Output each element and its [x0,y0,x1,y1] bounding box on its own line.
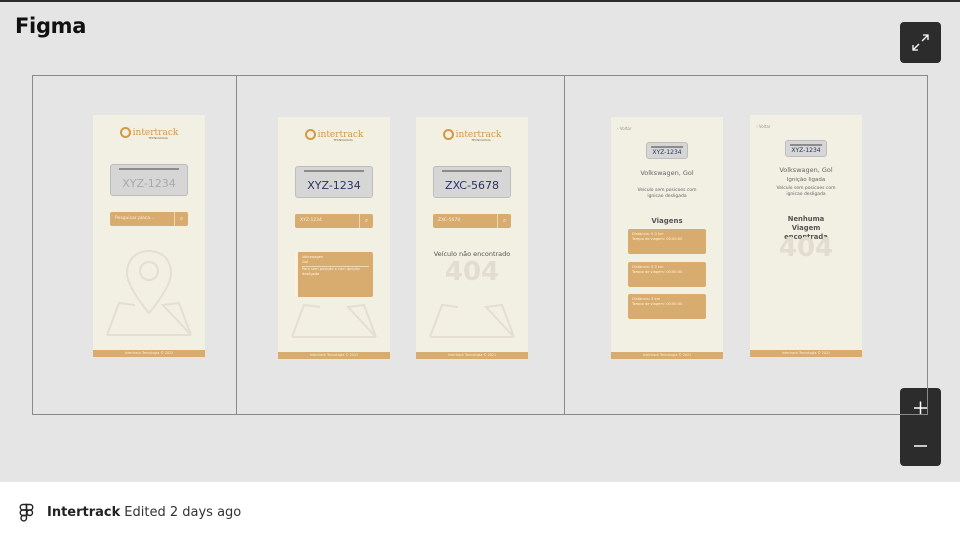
frame-no-trips[interactable]: ‹ Voltar XYZ-1234 Volkswagen, Gol Igniçã… [750,115,862,357]
expand-icon [912,34,929,51]
figma-logo: Figma [15,14,87,38]
frame-footer: Intertrack Tecnologia © 2021 [93,350,205,357]
vehicle-name: Volkswagen, Gol [640,169,694,177]
expand-button[interactable] [900,22,941,63]
search-icon[interactable]: ⌕ [497,214,511,228]
map-pin-icon [291,303,377,338]
vehicle-status: Veículo sem posicoes com ignicao desliga… [776,186,836,197]
map-pin-icon [106,249,192,336]
trip-item[interactable]: Distância: 3 km Tempo de viagem: 00:00:0… [628,294,706,319]
frame-vehicle-found[interactable]: intertrack TECNOLOGIA XYZ-1234 XYZ-1234 … [278,117,390,359]
license-plate: XYZ-1234 [785,140,827,157]
frame-trips[interactable]: ‹ Voltar XYZ-1234 Volkswagen, Gol Veícul… [611,117,723,359]
ignition-status: Ignição ligada [786,177,826,183]
brand-logo: intertrack TECNOLOGIA [93,127,205,140]
brand-mark-icon [304,129,316,140]
frame-footer: Intertrack Tecnologia © 2021 [416,352,528,359]
frame-vehicle-not-found[interactable]: intertrack TECNOLOGIA ZXC-5678 ZXC-5678 … [416,117,528,359]
figma-embed-viewer[interactable]: Figma intertrack TECNOLOGIA XYZ-1234 Pes… [0,0,960,482]
vehicle-name: Volkswagen, Gol [779,166,833,174]
search-icon[interactable]: ⌕ [174,212,188,226]
file-name[interactable]: Intertrack [47,505,120,520]
trips-heading: Viagens [651,217,683,225]
search-icon[interactable]: ⌕ [359,214,373,228]
back-link[interactable]: ‹ Voltar [617,126,632,131]
brand-logo: intertrack TECNOLOGIA [278,129,390,142]
canvas-section-trips: ‹ Voltar XYZ-1234 Volkswagen, Gol Veícul… [564,75,928,415]
back-link[interactable]: ‹ Voltar [756,124,771,129]
license-plate: XYZ-1234 [295,166,373,198]
edited-time: Edited 2 days ago [124,505,242,520]
canvas-section-search-results: intertrack TECNOLOGIA XYZ-1234 XYZ-1234 … [236,75,565,415]
brand-mark-icon [442,129,454,140]
zoom-out-button[interactable] [900,427,941,466]
plate-search-input[interactable]: Pesquisar placa... ⌕ [110,212,188,226]
frame-footer: Intertrack Tecnologia © 2021 [611,352,723,359]
minus-icon [914,445,927,447]
frame-home[interactable]: intertrack TECNOLOGIA XYZ-1234 Pesquisar… [93,115,205,357]
map-pin-icon [429,303,515,338]
file-info: Intertrack Edited 2 days ago [47,505,241,520]
canvas-section-home: intertrack TECNOLOGIA XYZ-1234 Pesquisar… [32,75,237,415]
frame-footer: Intertrack Tecnologia © 2021 [278,352,390,359]
plate-search-input[interactable]: XYZ-1234 ⌕ [295,214,373,228]
figma-icon[interactable] [18,503,35,523]
trip-item[interactable]: Distância: 5.3 km Tempo de viagem: 00:00… [628,262,706,287]
brand-mark-icon [119,127,131,138]
trip-item[interactable]: Distância: 5.3 km Tempo de viagem: 00:00… [628,229,706,254]
brand-logo: intertrack TECNOLOGIA [416,129,528,142]
error-code: 404 [778,233,834,263]
frame-footer: Intertrack Tecnologia © 2021 [750,350,862,357]
license-plate: XYZ-1234 [646,142,688,159]
vehicle-status: Veículo sem posicoes com ignicao desliga… [637,188,697,199]
plate-search-input[interactable]: ZXC-5678 ⌕ [433,214,511,228]
license-plate: ZXC-5678 [433,166,511,198]
license-plate: XYZ-1234 [110,164,188,196]
